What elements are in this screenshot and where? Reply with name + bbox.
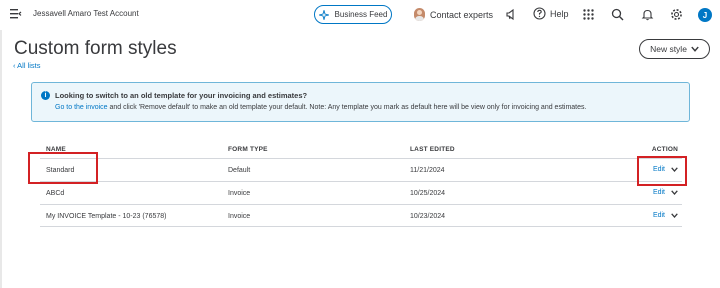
account-name: Jessavell Amaro Test Account [33,9,139,18]
banner-text: Go to the invoice and click 'Remove defa… [55,104,586,111]
highlight-box-edit [637,156,687,186]
info-icon: i [41,91,50,100]
business-feed-label: Business Feed [334,10,388,19]
window-edge [0,0,2,288]
highlight-box-standard [28,152,98,184]
megaphone-icon[interactable] [505,8,518,21]
all-lists-link[interactable]: ‹ All lists [13,61,41,70]
column-header-last-edited[interactable]: LAST EDITED [410,146,455,153]
new-style-button[interactable]: New style [639,39,710,59]
edit-link[interactable]: Edit [653,189,665,196]
row-form-type: Invoice [228,213,251,220]
table-row[interactable]: Standard Default 11/21/2024 Edit [40,158,682,181]
gear-icon[interactable] [670,8,683,21]
table-row[interactable]: ABCd Invoice 10/25/2024 Edit [40,181,682,204]
contact-experts-label: Contact experts [430,9,494,20]
page-title: Custom form styles [14,38,177,59]
edit-link[interactable]: Edit [653,212,665,219]
info-banner: i Looking to switch to an old template f… [31,82,690,122]
row-last-edited: 11/21/2024 [410,167,445,174]
chevron-down-icon[interactable] [671,190,678,195]
row-action[interactable]: Edit [653,212,678,219]
top-bar: Jessavell Amaro Test Account Business Fe… [0,0,720,30]
search-icon[interactable] [611,8,624,21]
all-lists-label: All lists [17,61,41,70]
business-feed-button[interactable]: Business Feed [314,5,392,24]
row-form-type: Invoice [228,190,251,197]
sparkle-icon [318,9,329,20]
row-name: My INVOICE Template - 10-23 (76578) [46,213,167,220]
new-style-label: New style [650,44,687,54]
row-last-edited: 10/23/2024 [410,213,446,220]
contact-experts-button[interactable]: Contact experts [414,8,493,21]
row-form-type: Default [228,167,251,174]
user-avatar[interactable]: J [698,8,712,22]
help-button[interactable]: Help [533,7,569,20]
chevron-down-icon[interactable] [671,213,678,218]
row-last-edited: 10/25/2024 [410,190,446,197]
row-name: ABCd [46,190,65,197]
expert-avatar [414,8,425,21]
banner-body: and click 'Remove default' to make an ol… [107,104,587,111]
apps-grid-icon[interactable] [582,8,595,21]
help-label: Help [550,8,569,19]
table-row[interactable]: My INVOICE Template - 10-23 (76578) Invo… [40,204,682,227]
bell-icon[interactable] [641,8,654,21]
chevron-left-icon: ‹ [13,61,16,70]
chevron-down-icon [691,46,699,52]
help-icon [533,7,546,20]
menu-icon[interactable] [10,9,22,19]
row-action[interactable]: Edit [653,189,678,196]
column-header-form-type[interactable]: FORM TYPE [228,146,268,153]
go-to-invoice-link[interactable]: Go to the invoice [55,104,108,111]
column-header-action: ACTION [651,146,678,153]
banner-title: Looking to switch to an old template for… [55,91,308,100]
